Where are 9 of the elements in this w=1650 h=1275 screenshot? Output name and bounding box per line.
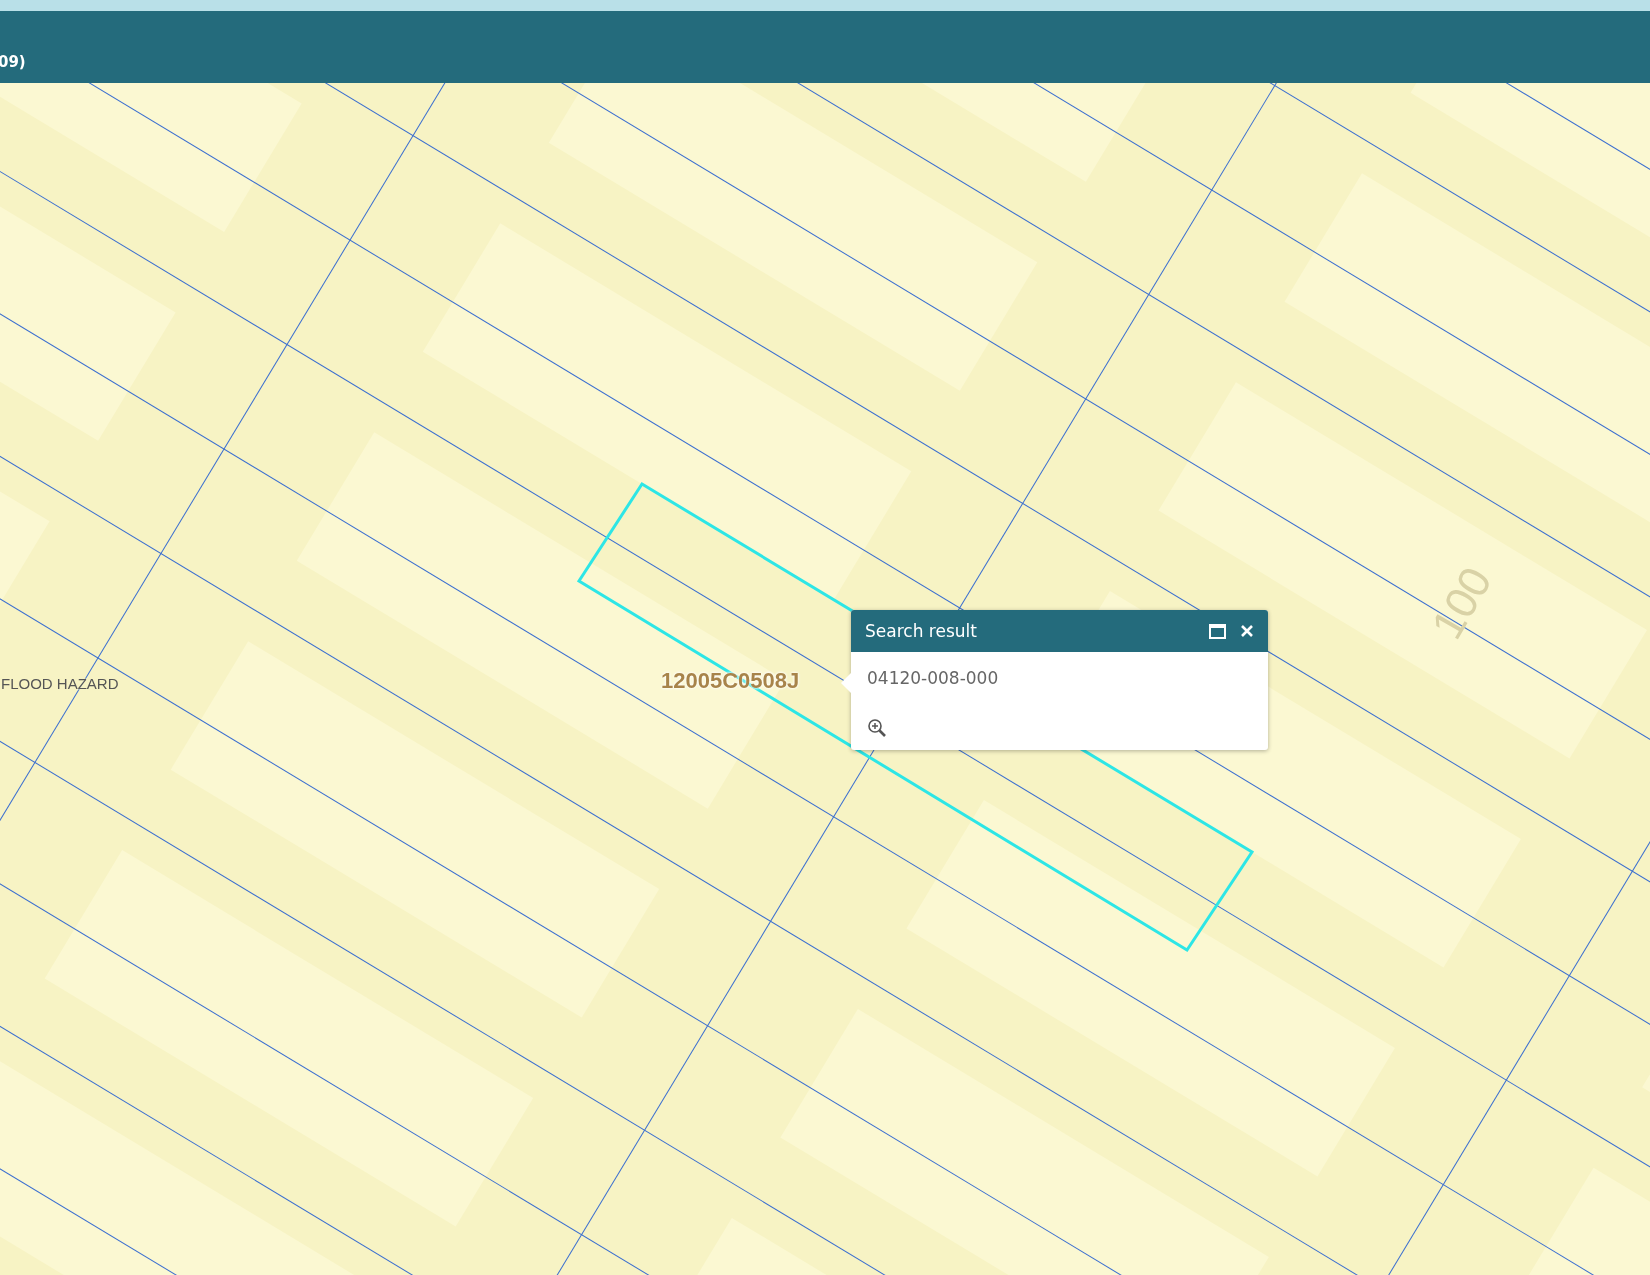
popup-title: Search result xyxy=(865,621,978,641)
close-icon xyxy=(1240,624,1254,638)
close-button[interactable] xyxy=(1240,624,1254,638)
road-label: 100 xyxy=(1421,558,1502,648)
zoom-to-button[interactable] xyxy=(867,718,887,738)
maximize-button[interactable] xyxy=(1209,623,1226,639)
zoom-in-icon xyxy=(867,718,887,738)
parcel-number: 04120-008-000 xyxy=(867,668,1000,688)
maximize-icon xyxy=(1209,623,1226,639)
